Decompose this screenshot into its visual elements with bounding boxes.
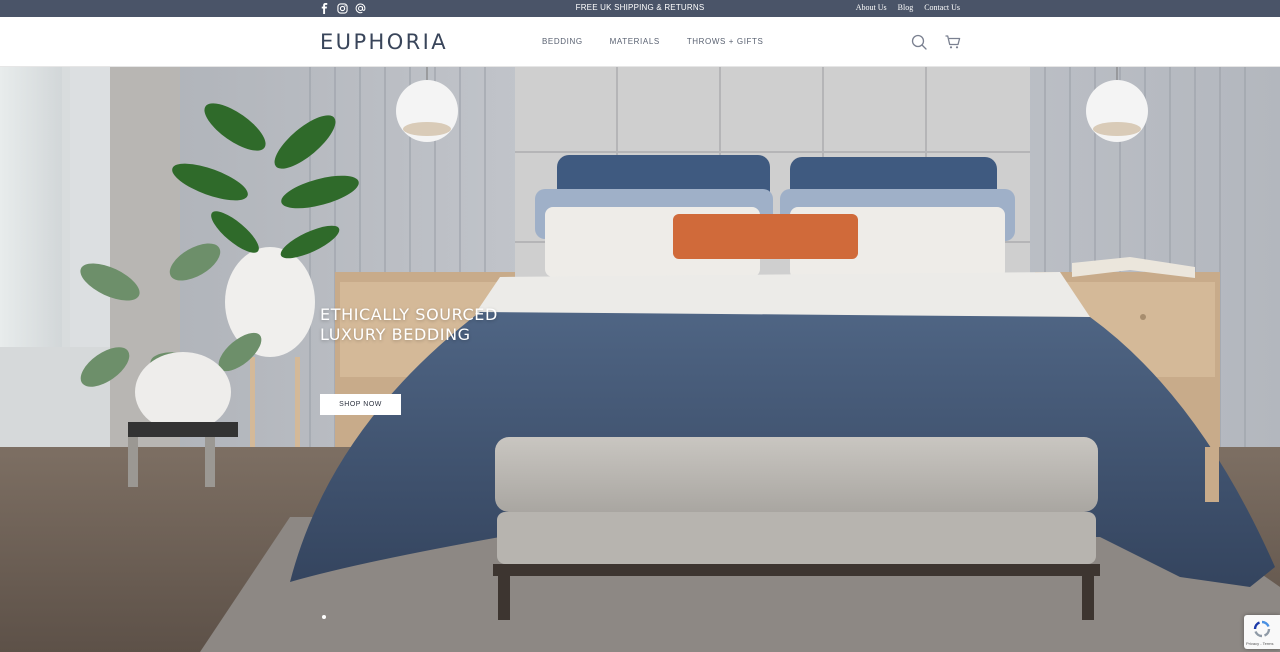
recaptcha-terms[interactable]: Privacy - Terms [1246, 641, 1273, 646]
contact-us-link[interactable]: Contact Us [924, 3, 960, 12]
main-nav: BEDDING MATERIALS THROWS + GIFTS [542, 37, 763, 46]
hero-title-line-1: ETHICALLY SOURCED [320, 305, 498, 324]
shop-now-button[interactable]: SHOP NOW [320, 394, 401, 415]
nav-throws-gifts[interactable]: THROWS + GIFTS [687, 37, 764, 46]
hero-title: ETHICALLY SOURCED LUXURY BEDDING [320, 305, 498, 345]
nav-materials[interactable]: MATERIALS [610, 37, 660, 46]
recaptcha-icon [1253, 620, 1271, 638]
hero-bedroom-image [0, 67, 1280, 652]
hero-title-line-2: LUXURY BEDDING [320, 325, 471, 344]
recaptcha-badge[interactable]: Privacy - Terms [1244, 615, 1280, 649]
slide-dot-1[interactable] [322, 615, 326, 619]
nav-bedding[interactable]: BEDDING [542, 37, 583, 46]
hero-banner: ETHICALLY SOURCED LUXURY BEDDING SHOP NO… [0, 67, 1280, 652]
announcement-bar: FREE UK SHIPPING & RETURNS About Us Blog… [0, 0, 1280, 17]
site-header: EUPHORIA BEDDING MATERIALS THROWS + GIFT… [0, 17, 1280, 67]
announcement-text: FREE UK SHIPPING & RETURNS [575, 3, 705, 12]
blog-link[interactable]: Blog [898, 3, 914, 12]
search-icon[interactable] [910, 33, 928, 51]
cart-icon[interactable] [944, 33, 962, 51]
about-us-link[interactable]: About Us [856, 3, 887, 12]
top-links: About Us Blog Contact Us [856, 3, 960, 12]
site-logo[interactable]: EUPHORIA [320, 30, 448, 54]
